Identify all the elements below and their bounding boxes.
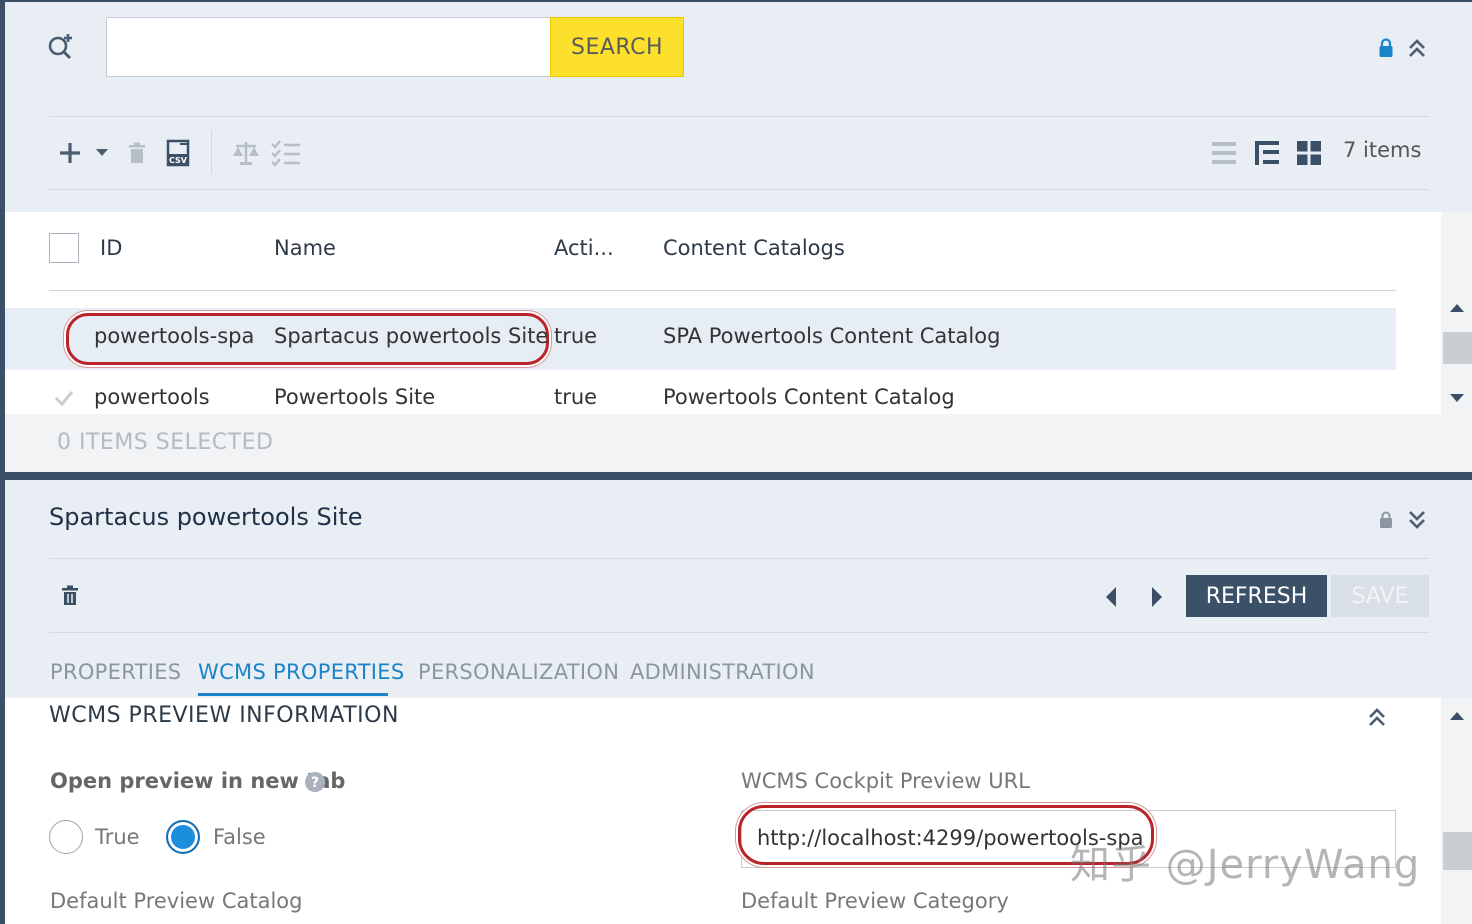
row-check-icon[interactable] bbox=[54, 389, 74, 407]
row-active: true bbox=[554, 324, 598, 348]
radio-true-label: True bbox=[95, 825, 140, 849]
search-button[interactable]: SEARCH bbox=[550, 17, 684, 77]
save-button[interactable]: SAVE bbox=[1331, 575, 1429, 617]
scroll-thumb[interactable] bbox=[1443, 832, 1472, 870]
tab-administration[interactable]: ADMINISTRATION bbox=[630, 660, 815, 684]
radio-false-label: False bbox=[213, 825, 266, 849]
divider bbox=[49, 189, 1429, 190]
open-preview-label: Open preview in new tab bbox=[50, 769, 346, 793]
section-collapse-icon[interactable] bbox=[1367, 706, 1387, 728]
search-input[interactable] bbox=[106, 17, 552, 77]
previous-icon[interactable] bbox=[1104, 586, 1118, 608]
grid-view-icon[interactable] bbox=[1296, 140, 1322, 166]
row-catalogs: SPA Powertools Content Catalog bbox=[663, 324, 1001, 348]
scroll-thumb[interactable] bbox=[1443, 332, 1472, 364]
row-active: true bbox=[554, 385, 598, 409]
detail-scrollbar[interactable] bbox=[1441, 698, 1472, 924]
selection-status: 0 ITEMS SELECTED bbox=[57, 430, 274, 455]
lock-icon[interactable] bbox=[1379, 511, 1393, 529]
column-header-active[interactable]: Acti... bbox=[554, 236, 614, 260]
toolbar-separator bbox=[211, 130, 212, 174]
checklist-icon[interactable] bbox=[270, 139, 302, 167]
select-all-checkbox[interactable] bbox=[49, 233, 79, 263]
default-category-label: Default Preview Category bbox=[741, 889, 1009, 913]
row-id: powertools bbox=[94, 385, 210, 409]
divider bbox=[49, 558, 1429, 559]
tree-view-icon[interactable] bbox=[1254, 140, 1280, 166]
default-catalog-label: Default Preview Catalog bbox=[50, 889, 303, 913]
tab-wcms-properties[interactable]: WCMS PROPERTIES bbox=[198, 660, 404, 684]
next-icon[interactable] bbox=[1150, 586, 1164, 608]
collapse-up-icon[interactable] bbox=[1407, 37, 1427, 59]
scroll-up-icon[interactable] bbox=[1449, 302, 1465, 314]
lock-icon[interactable] bbox=[1378, 38, 1394, 58]
add-icon[interactable] bbox=[58, 141, 82, 165]
chevron-down-icon[interactable] bbox=[95, 148, 109, 158]
scroll-down-icon[interactable] bbox=[1449, 392, 1465, 404]
row-catalogs: Powertools Content Catalog bbox=[663, 385, 955, 409]
radio-false[interactable] bbox=[166, 820, 200, 854]
active-tab-indicator bbox=[198, 693, 388, 696]
tab-personalization[interactable]: PERSONALIZATION bbox=[418, 660, 619, 684]
compare-icon[interactable] bbox=[232, 140, 260, 166]
delete-icon[interactable] bbox=[128, 142, 146, 164]
row-name: Powertools Site bbox=[274, 385, 436, 409]
divider bbox=[49, 116, 1429, 117]
refresh-button[interactable]: REFRESH bbox=[1186, 575, 1327, 617]
column-header-name[interactable]: Name bbox=[274, 236, 336, 260]
header-divider bbox=[49, 290, 1396, 291]
collapse-down-icon[interactable] bbox=[1407, 509, 1427, 531]
detail-title: Spartacus powertools Site bbox=[49, 503, 363, 531]
section-title: WCMS PREVIEW INFORMATION bbox=[49, 703, 399, 728]
csv-export-icon[interactable]: CSV bbox=[166, 139, 192, 167]
divider bbox=[49, 632, 1429, 633]
svg-text:CSV: CSV bbox=[169, 156, 188, 165]
svg-text:?: ? bbox=[311, 775, 319, 791]
watermark: 知乎 @JerryWang bbox=[1070, 842, 1421, 888]
column-header-id[interactable]: ID bbox=[100, 236, 122, 260]
column-header-content-catalogs[interactable]: Content Catalogs bbox=[663, 236, 845, 260]
advanced-search-icon[interactable] bbox=[47, 33, 75, 61]
list-view-icon[interactable] bbox=[1211, 140, 1237, 166]
scroll-up-icon[interactable] bbox=[1449, 710, 1465, 722]
preview-url-label: WCMS Cockpit Preview URL bbox=[741, 769, 1030, 793]
tab-properties[interactable]: PROPERTIES bbox=[50, 660, 181, 684]
panel-splitter[interactable] bbox=[0, 472, 1472, 480]
help-icon[interactable]: ? bbox=[304, 771, 326, 793]
selection-status-bar: 0 ITEMS SELECTED bbox=[5, 414, 1472, 472]
radio-true[interactable] bbox=[49, 820, 83, 854]
row-id: powertools-spa bbox=[94, 324, 255, 348]
row-name: Spartacus powertools Site bbox=[274, 324, 549, 348]
delete-icon[interactable] bbox=[61, 585, 79, 607]
items-count: 7 items bbox=[1343, 138, 1422, 162]
